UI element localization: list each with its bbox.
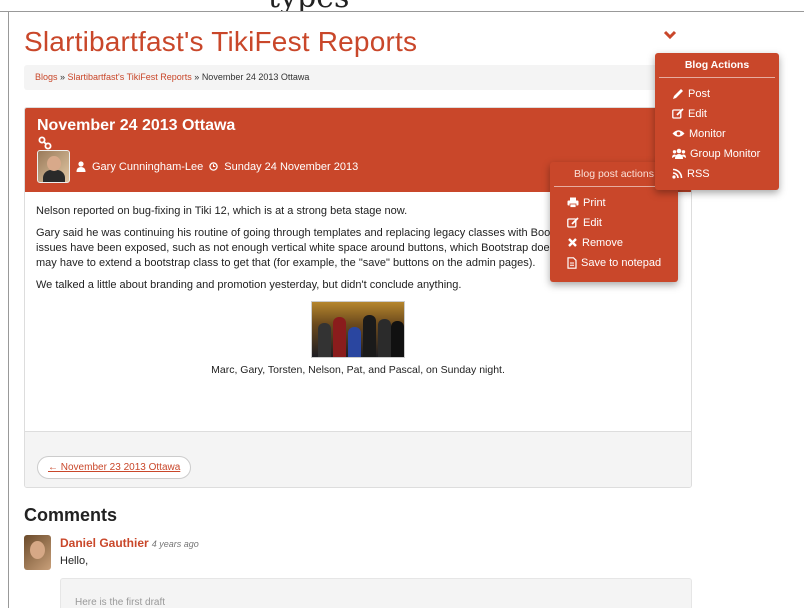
comment-text: Hello, xyxy=(60,555,89,567)
site-title[interactable]: Slartibartfast's TikiFest Reports xyxy=(24,26,417,58)
comment-author[interactable]: Daniel Gauthier xyxy=(60,536,149,550)
comments-heading: Comments xyxy=(24,505,118,525)
top-clipped-text: types xyxy=(268,0,349,11)
menu-item-label: Group Monitor xyxy=(690,147,761,160)
menu-item-label: Post xyxy=(688,87,711,100)
blog-actions-menu: Blog Actions Post Edit Monitor Group Mon… xyxy=(655,53,779,190)
menu-item-label: Remove xyxy=(582,236,623,249)
post-figure: Marc, Gary, Torsten, Nelson, Pat, and Pa… xyxy=(36,301,680,378)
post-meta: Gary Cunningham-Lee Sunday 24 November 2… xyxy=(37,150,358,183)
author-avatar[interactable] xyxy=(37,150,70,183)
post-date: Sunday 24 November 2013 xyxy=(224,160,359,173)
menu-item-label: Print xyxy=(583,196,606,209)
eye-icon xyxy=(672,130,685,137)
notepad-icon xyxy=(567,256,577,269)
clock-icon xyxy=(209,162,219,171)
breadcrumb-blog[interactable]: Slartibartfast's TikiFest Reports xyxy=(68,72,192,82)
edit-icon xyxy=(672,108,684,119)
breadcrumb-separator: » xyxy=(57,72,68,82)
menu-item-label: Edit xyxy=(583,216,602,229)
breadcrumb: Blogs » Slartibartfast's TikiFest Report… xyxy=(24,65,692,90)
menu-item-monitor[interactable]: Monitor xyxy=(655,124,779,144)
post-line: Gary said he was continuing his routine … xyxy=(36,227,566,239)
top-clipped-strip: types xyxy=(0,0,804,12)
left-border xyxy=(8,12,9,608)
print-icon xyxy=(567,197,579,208)
menu-item-label: Edit xyxy=(688,107,707,120)
photo-caption: Marc, Gary, Torsten, Nelson, Pat, and Pa… xyxy=(211,364,505,376)
breadcrumb-current: November 24 2013 Ottawa xyxy=(201,72,310,82)
menu-item-group-monitor[interactable]: Group Monitor xyxy=(655,144,779,164)
user-icon xyxy=(76,161,86,172)
comment-author-line: Daniel Gauthier 4 years ago xyxy=(60,536,199,550)
menu-item-edit[interactable]: Edit xyxy=(550,213,678,233)
post-footer: ← November 23 2013 Ottawa xyxy=(25,431,691,487)
chevron-down-icon xyxy=(663,30,677,40)
post-line: may have to extend a bootstrap class to … xyxy=(36,257,536,269)
previous-post-button[interactable]: ← November 23 2013 Ottawa xyxy=(37,456,192,479)
menu-item-edit[interactable]: Edit xyxy=(655,104,779,124)
blog-actions-toggle[interactable] xyxy=(663,30,681,44)
group-photo[interactable] xyxy=(311,301,405,358)
menu-item-print[interactable]: Print xyxy=(550,193,678,213)
edit-icon xyxy=(567,217,579,228)
comment-time: 4 years ago xyxy=(151,539,199,549)
menu-item-label: RSS xyxy=(687,167,710,180)
menu-item-rss[interactable]: RSS xyxy=(655,164,779,184)
post-author[interactable]: Gary Cunningham-Lee xyxy=(92,161,203,173)
commenter-avatar[interactable] xyxy=(24,535,51,570)
menu-item-post[interactable]: Post xyxy=(655,84,779,104)
pencil-icon xyxy=(673,88,683,99)
menu-item-save-to-notepad[interactable]: Save to notepad xyxy=(550,253,678,273)
menu-item-label: Monitor xyxy=(689,127,726,140)
permalink-icon[interactable] xyxy=(38,136,52,150)
menu-item-remove[interactable]: Remove xyxy=(550,233,678,253)
breadcrumb-blogs[interactable]: Blogs xyxy=(35,72,58,82)
group-icon xyxy=(672,148,686,159)
breadcrumb-separator: » xyxy=(191,72,202,82)
post-line: issues have been exposed, such as not en… xyxy=(36,242,567,254)
post-title[interactable]: November 24 2013 Ottawa xyxy=(37,117,679,135)
comment-quote: Here is the first draft xyxy=(60,578,692,608)
rss-icon xyxy=(672,168,683,179)
menu-item-label: Save to notepad xyxy=(581,256,662,269)
menu-header: Blog Actions xyxy=(659,53,775,78)
remove-icon xyxy=(568,238,577,247)
